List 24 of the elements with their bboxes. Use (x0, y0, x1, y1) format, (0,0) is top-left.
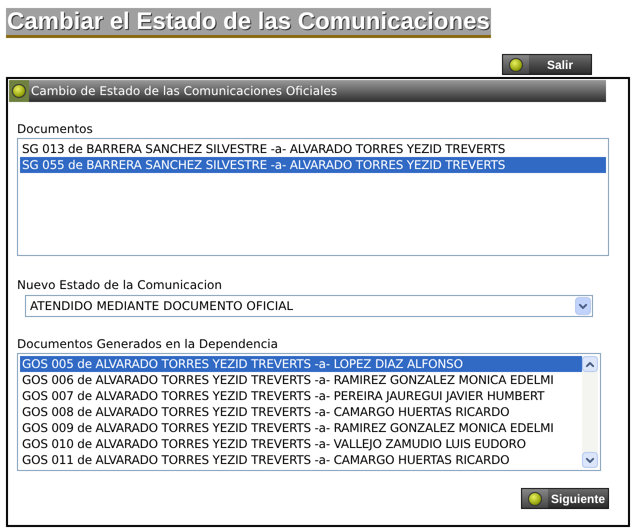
list-box[interactable] (17, 353, 601, 471)
indicator-icon (528, 492, 542, 506)
list-item[interactable]: GOS 010 de ALVARADO TORRES YEZID TREVERTS -a- VALLEJO ZAMUDIO LUIS EUDORO (20, 436, 582, 452)
indicator-icon (509, 58, 523, 72)
list-item[interactable]: GOS 006 de ALVARADO TORRES YEZID TREVERTS -a- RAMIREZ GONZALEZ MONICA EDELMI (20, 372, 582, 388)
list-item[interactable]: GOS 008 de ALVARADO TORRES YEZID TREVERTS -a- CAMARGO HUERTAS RICARDO (20, 404, 582, 420)
field-label: Documentos (17, 121, 94, 138)
indicator-icon (12, 84, 26, 98)
list-box[interactable]: SG 013 de BARRERA SANCHEZ SILVESTRE -a- ALVARADO TORRES YEZID TREVERTS SG 055 de BARRERA SANCHEZ SILVESTRE -a- ALVARADO TORRES YEZID TREVERTS (17, 138, 609, 256)
list-item[interactable]: GOS 011 de ALVARADO TORRES YEZID TREVERTS -a- CAMARGO HUERTAS RICARDO (20, 452, 582, 468)
state-dropdown[interactable]: ATENDIDO MEDIANTE DOCUMENTO OFICIAL (25, 295, 593, 317)
page-title: Cambiar el Estado de las Comunicaciones (6, 8, 491, 38)
panel-title: Cambio de Estado de las Comunicaciones Oficiales (30, 83, 338, 100)
list-item[interactable]: GOS 005 de ALVARADO TORRES YEZID TREVERTS -a- LOPEZ DIAZ ALFONSO (20, 356, 582, 372)
exit-button[interactable]: Salir (502, 54, 592, 75)
list-item[interactable]: GOS 007 de ALVARADO TORRES YEZID TREVERTS -a- PEREIRA JAUREGUI JAVIER HUMBERT (20, 388, 582, 404)
field-label: Documentos Generados en la Dependencia (17, 336, 279, 353)
field-label: Nuevo Estado de la Comunicacion (17, 277, 223, 294)
next-button[interactable]: Siguiente (521, 488, 609, 509)
chevron-down-icon (579, 304, 587, 308)
list-item[interactable]: SG 055 de BARRERA SANCHEZ SILVESTRE -a- ALVARADO TORRES YEZID TREVERTS (20, 157, 606, 173)
list-item[interactable]: SG 013 de BARRERA SANCHEZ SILVESTRE -a- ALVARADO TORRES YEZID TREVERTS (20, 141, 606, 157)
list-item[interactable]: GOS 009 de ALVARADO TORRES YEZID TREVERTS -a- RAMIREZ GONZALEZ MONICA EDELMI (20, 420, 582, 436)
scrollbar[interactable] (582, 356, 598, 468)
